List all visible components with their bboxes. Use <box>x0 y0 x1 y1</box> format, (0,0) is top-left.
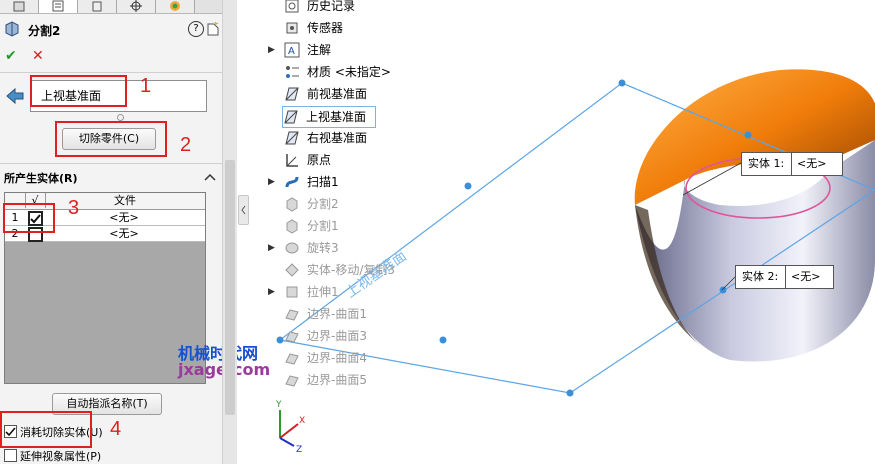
tab-dimxpert-manager[interactable] <box>117 0 156 13</box>
callout-label: 实体 1: <box>748 157 785 170</box>
tab-feature-manager[interactable] <box>0 0 39 13</box>
tree-node-label: 前视基准面 <box>307 87 368 101</box>
feature-tree-icon <box>13 1 25 12</box>
tree-node-label: 旋转3 <box>307 241 339 255</box>
tree-node-label: 扫描1 <box>307 175 339 189</box>
plane-handle[interactable] <box>464 182 472 190</box>
expand-arrow-icon[interactable]: ▶ <box>268 243 275 253</box>
surface-icon <box>285 353 299 365</box>
callout-label: 实体 2: <box>742 270 779 283</box>
tree-node-label: 注解 <box>307 43 332 57</box>
callout-value: <无> <box>785 266 820 288</box>
panel-scrollbar[interactable] <box>222 0 237 464</box>
triad-x-label: X <box>299 416 305 426</box>
trim-tool-icon <box>6 87 24 104</box>
plane-icon <box>284 110 298 124</box>
chevron-up-icon[interactable] <box>204 172 216 182</box>
material-icon <box>286 66 299 78</box>
tree-node-label: 边界-曲面1 <box>307 307 367 321</box>
surface-icon <box>285 331 299 343</box>
tab-display-manager[interactable] <box>156 0 195 13</box>
detail-preview-icon[interactable] <box>206 21 220 37</box>
expand-arrow-icon[interactable]: ▶ <box>268 45 275 55</box>
tree-node-label: 边界-曲面4 <box>307 351 367 365</box>
plane-handle[interactable] <box>439 336 447 344</box>
tree-node[interactable]: 上视基准面 <box>282 106 376 128</box>
panel-title: 分割2 <box>28 24 61 38</box>
plane-icon <box>285 131 299 145</box>
ok-button[interactable]: ✔ <box>5 48 17 64</box>
extrude-icon <box>286 286 298 298</box>
origin-icon <box>286 154 298 167</box>
tab-configuration-manager[interactable] <box>78 0 117 13</box>
row-file[interactable]: <无> <box>45 226 203 241</box>
configuration-icon <box>92 1 102 12</box>
tree-node-label: 分割1 <box>307 219 339 233</box>
property-icon <box>52 0 64 12</box>
help-button[interactable]: ? <box>188 21 204 37</box>
view-triad[interactable]: Y X Z <box>275 400 305 455</box>
tree-node-label: 历史记录 <box>307 0 356 13</box>
tree-node-label: 右视基准面 <box>307 131 368 145</box>
resulting-bodies-title: 所产生实体(R) <box>4 172 78 185</box>
divider <box>0 163 222 164</box>
split-feature-icon <box>5 21 19 37</box>
expand-arrow-icon[interactable]: ▶ <box>268 177 275 187</box>
tree-node-label: 原点 <box>307 153 332 167</box>
cancel-button[interactable]: ✕ <box>32 48 44 64</box>
chevron-left-icon <box>241 205 246 215</box>
panel-collapse-handle[interactable] <box>238 195 249 225</box>
plane-handle[interactable] <box>566 389 574 397</box>
tree-node-label: 材质 <未指定> <box>307 65 391 79</box>
body-2-callout[interactable]: 实体 2: <无> <box>735 265 834 289</box>
scrollbar-thumb[interactable] <box>225 160 235 415</box>
tree-node-label: 拉伸1 <box>307 285 339 299</box>
callout-value: <无> <box>791 153 826 175</box>
propagate-visual-checkbox[interactable] <box>4 449 17 462</box>
annotation-box-3 <box>3 203 55 233</box>
annotation-number-1: 1 <box>140 75 152 97</box>
move-body-icon <box>285 263 299 277</box>
plane-handle[interactable] <box>276 336 284 344</box>
plane-handle[interactable] <box>744 131 752 139</box>
body-1-callout[interactable]: 实体 1: <无> <box>741 152 843 176</box>
triad-y-label: Y <box>275 400 282 410</box>
plane-handle[interactable] <box>618 79 626 87</box>
plane-handle[interactable] <box>719 286 727 294</box>
resize-handle[interactable] <box>117 114 124 121</box>
annotation-icon: A <box>284 42 300 58</box>
tree-node-label: 分割2 <box>307 197 339 211</box>
annotation-box-1 <box>30 75 127 107</box>
split-icon <box>286 197 298 212</box>
history-icon <box>285 0 299 13</box>
propagate-visual-label: 延伸视象属性(P) <box>20 450 102 463</box>
surface-icon <box>285 375 299 387</box>
manager-tab-bar <box>0 0 222 14</box>
tree-node-label: 实体-移动/复制3 <box>307 263 396 277</box>
revolve-icon <box>285 242 299 254</box>
annotation-box-2 <box>55 121 167 157</box>
crosshair-icon <box>130 0 142 12</box>
annotation-box-4 <box>0 411 92 448</box>
plane-icon <box>285 87 299 101</box>
sweep-icon <box>285 176 299 188</box>
tree-node-label: 传感器 <box>307 21 344 35</box>
sensor-icon <box>286 22 298 34</box>
tab-property-manager[interactable] <box>39 0 78 13</box>
appearance-icon <box>170 1 180 11</box>
surface-icon <box>285 309 299 321</box>
triad-z-label: Z <box>296 445 302 455</box>
tree-node-label: 上视基准面 <box>306 110 367 124</box>
divider <box>0 72 222 73</box>
annotation-number-3: 3 <box>68 197 80 219</box>
expand-arrow-icon[interactable]: ▶ <box>268 287 275 297</box>
tree-node-label: 边界-曲面3 <box>307 329 367 343</box>
tree-node-label: 边界-曲面5 <box>307 373 367 387</box>
annotation-number-4: 4 <box>110 418 122 440</box>
svg-text:A: A <box>288 46 295 57</box>
annotation-number-2: 2 <box>180 134 192 156</box>
split-icon <box>286 219 298 234</box>
